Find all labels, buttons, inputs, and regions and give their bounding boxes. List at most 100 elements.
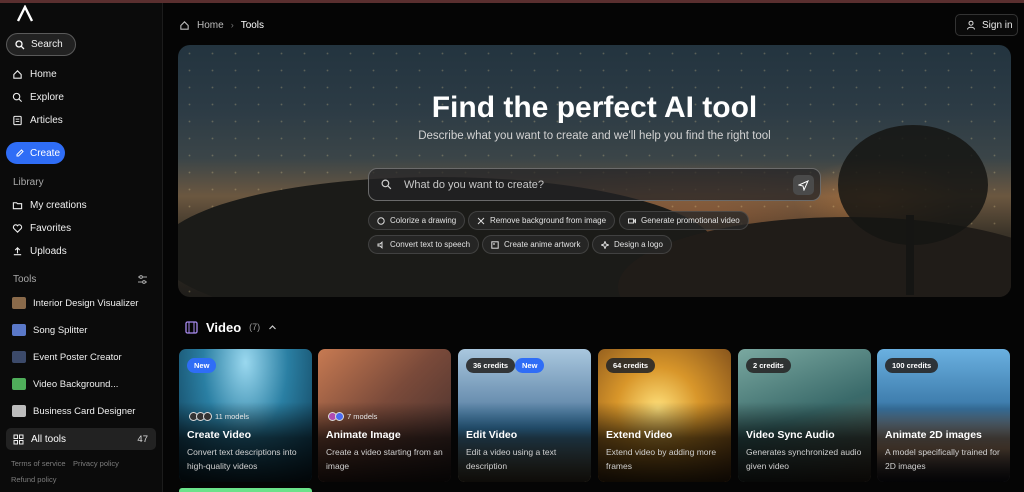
tool-thumbnail	[12, 351, 26, 363]
credits-badge: 36 credits	[466, 358, 516, 373]
suggestion-chip[interactable]: Colorize a drawing	[368, 211, 466, 230]
chevron-up-icon[interactable]	[268, 323, 277, 332]
sidebar-tool-interior-design[interactable]: Interior Design Visualizer	[12, 295, 138, 311]
palette-icon	[377, 216, 385, 225]
logo-icon[interactable]	[14, 5, 36, 23]
refund-link[interactable]: Refund policy	[11, 475, 56, 484]
video-icon	[628, 218, 636, 223]
sidebar-item-favorites[interactable]: Favorites	[12, 220, 71, 236]
suggestion-chip[interactable]: Create anime artwork	[482, 235, 590, 254]
video-section-header[interactable]: Video (7)	[185, 318, 277, 336]
send-button[interactable]	[793, 175, 814, 195]
hero-title: Find the perfect AI tool	[431, 91, 758, 124]
sidebar-tool-label: Interior Design Visualizer	[33, 297, 139, 309]
new-badge: New	[515, 358, 545, 373]
sidebar-item-uploads[interactable]: Uploads	[12, 243, 67, 259]
all-tools-count: 47	[137, 433, 148, 445]
card-description: A model specifically trained for 2D imag…	[885, 447, 1000, 471]
sidebar-item-label: Articles	[30, 114, 63, 126]
card-title: Animate 2D images	[885, 429, 982, 441]
sidebar-item-label: Home	[30, 68, 57, 80]
chevron-right-icon: ›	[230, 20, 234, 30]
sidebar-item-label: Uploads	[30, 245, 67, 257]
scissors-icon	[477, 217, 485, 224]
chip-label: Convert text to speech	[390, 240, 471, 249]
chip-label: Create anime artwork	[504, 240, 581, 249]
search-button[interactable]: Search	[6, 33, 76, 56]
section-title: Video	[206, 319, 242, 335]
search-icon	[15, 39, 25, 49]
create-label: Create	[30, 147, 61, 159]
search-placeholder: What do you want to create?	[404, 178, 545, 191]
home-icon[interactable]	[179, 20, 190, 31]
chip-label: Colorize a drawing	[390, 216, 457, 225]
model-logos	[328, 412, 344, 421]
hero-subtitle: Describe what you want to create and we'…	[418, 130, 771, 142]
sidebar-item-explore[interactable]: Explore	[12, 89, 64, 105]
terms-link[interactable]: Terms of service	[11, 459, 66, 468]
sidebar-item-label: Explore	[30, 91, 64, 103]
sidebar-tool-label: Event Poster Creator	[33, 351, 122, 363]
grid-icon	[13, 434, 24, 444]
card-title: Animate Image	[326, 429, 401, 441]
sidebar-item-all-tools[interactable]: All tools 47	[6, 428, 156, 450]
folder-icon	[12, 201, 23, 209]
card-title: Create Video	[187, 429, 251, 441]
tool-card-video-sync-audio[interactable]: 2 credits Video Sync Audio Generates syn…	[738, 349, 871, 482]
breadcrumb-home[interactable]: Home	[197, 20, 224, 31]
tool-card-animate-2d-images[interactable]: 100 credits Animate 2D images A model sp…	[877, 349, 1010, 482]
model-logos	[189, 412, 212, 421]
card-title: Edit Video	[466, 429, 518, 441]
sidebar-item-label: Favorites	[30, 222, 72, 234]
sidebar-tool-video-background[interactable]: Video Background...	[12, 376, 118, 392]
articles-icon	[13, 115, 22, 125]
search-icon	[381, 179, 392, 190]
sidebar-item-home[interactable]: Home	[12, 66, 57, 82]
filter-icon[interactable]	[137, 274, 148, 285]
card-title: Video Sync Audio	[746, 429, 835, 441]
credits-badge: 100 credits	[885, 358, 939, 373]
tool-thumbnail	[12, 297, 26, 309]
tool-card-create-video[interactable]: New 11 models Create Video Convert text …	[179, 349, 312, 482]
tool-card-animate-image[interactable]: 7 models Animate Image Create a video st…	[318, 349, 451, 482]
create-button[interactable]: Create	[6, 142, 65, 164]
sign-in-button[interactable]: Sign in	[955, 14, 1018, 36]
upload-icon	[13, 246, 22, 255]
suggestion-chip[interactable]: Design a logo	[592, 235, 672, 254]
models-indicator: 11 models	[189, 412, 249, 421]
new-badge: New	[187, 358, 217, 373]
image-icon	[491, 240, 499, 249]
sidebar-item-articles[interactable]: Articles	[12, 112, 63, 128]
sidebar-item-my-creations[interactable]: My creations	[12, 197, 87, 213]
tool-thumbnail	[12, 378, 26, 390]
sidebar-tool-event-poster[interactable]: Event Poster Creator	[12, 349, 122, 365]
breadcrumb-current: Tools	[240, 19, 265, 31]
breadcrumb: Home › Tools	[179, 17, 264, 33]
hero-search-input[interactable]: What do you want to create?	[368, 168, 821, 201]
models-indicator: 7 models	[328, 412, 377, 421]
privacy-link[interactable]: Privacy policy	[73, 459, 119, 468]
heart-icon	[12, 223, 23, 233]
library-heading: Library	[13, 177, 44, 188]
card-description: Convert text descriptions into high-qual…	[187, 447, 297, 471]
tool-card-edit-video[interactable]: 36 credits New Edit Video Edit a video u…	[458, 349, 591, 482]
chip-label: Remove background from image	[490, 216, 607, 225]
card-title: Extend Video	[606, 429, 673, 441]
tool-card-extend-video[interactable]: 64 credits Extend Video Extend video by …	[598, 349, 731, 482]
card-description: Extend video by adding more frames	[606, 447, 717, 471]
suggestion-chip[interactable]: Generate promotional video	[619, 211, 749, 230]
suggestion-chip[interactable]: Remove background from image	[468, 211, 616, 230]
send-icon	[798, 179, 809, 191]
tool-thumbnail	[12, 405, 26, 417]
user-icon	[967, 20, 975, 30]
pencil-icon	[16, 149, 24, 157]
card-description: Edit a video using a text description	[466, 447, 557, 471]
film-icon	[185, 320, 198, 334]
sidebar-tool-song-splitter[interactable]: Song Splitter	[12, 322, 87, 338]
sparkle-icon	[601, 240, 609, 249]
sidebar-tool-business-card[interactable]: Business Card Designer	[12, 403, 135, 419]
suggestion-chip[interactable]: Convert text to speech	[368, 235, 480, 254]
speaker-icon	[377, 240, 383, 249]
card-description: Generates synchronized audio given video	[746, 447, 862, 471]
hero-banner: Find the perfect AI tool Describe what y…	[178, 45, 1011, 297]
